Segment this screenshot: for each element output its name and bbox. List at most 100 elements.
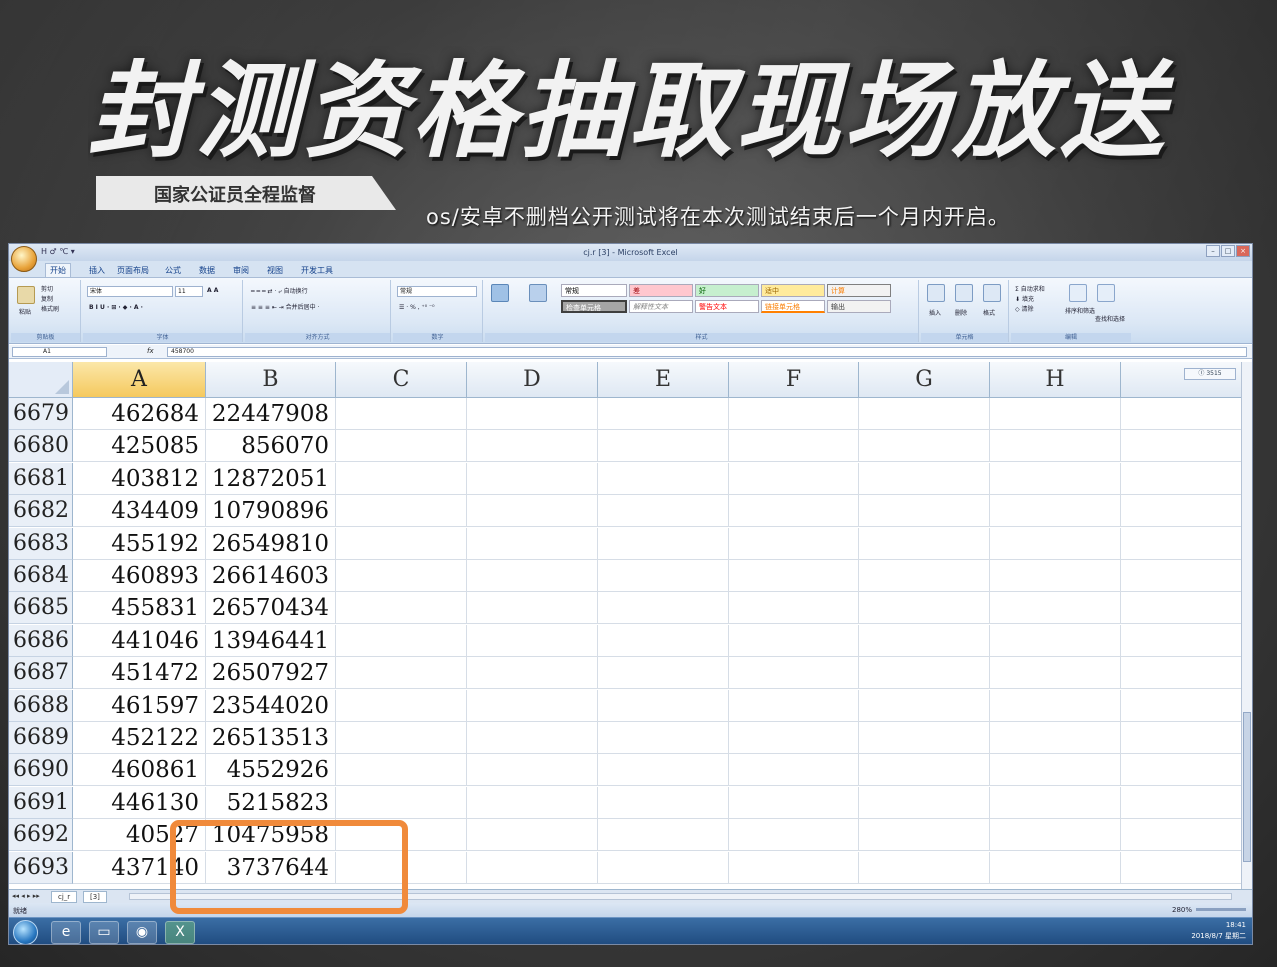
empty-cell[interactable]: [859, 786, 990, 819]
empty-cell[interactable]: [990, 398, 1121, 430]
bold-italic-underline-icons[interactable]: B I U · ⊞ · ◆ · A ·: [89, 304, 143, 311]
empty-cell[interactable]: [859, 462, 990, 495]
cell-b[interactable]: 23544020: [206, 689, 336, 722]
empty-cell[interactable]: [598, 527, 729, 560]
chrome-icon[interactable]: ◉: [127, 921, 157, 944]
empty-cell[interactable]: [990, 786, 1121, 819]
row-header[interactable]: 6689: [9, 722, 73, 754]
cell-b[interactable]: 26549810: [206, 527, 336, 560]
empty-cell[interactable]: [336, 527, 467, 560]
empty-cell[interactable]: [1121, 722, 1243, 754]
cell-b[interactable]: 856070: [206, 430, 336, 463]
empty-cell[interactable]: [990, 657, 1121, 690]
tab-developer[interactable]: 开发工具: [301, 265, 333, 276]
empty-cell[interactable]: [336, 398, 467, 430]
row-header[interactable]: 6691: [9, 786, 73, 819]
tab-formulas[interactable]: 公式: [165, 265, 181, 276]
empty-cell[interactable]: [729, 592, 859, 625]
clear-button[interactable]: ◇ 清除: [1015, 304, 1034, 313]
empty-cell[interactable]: [598, 462, 729, 495]
empty-cell[interactable]: [1121, 657, 1243, 690]
style-neutral[interactable]: 适中: [761, 284, 825, 297]
empty-cell[interactable]: [859, 819, 990, 852]
empty-cell[interactable]: [1121, 786, 1243, 819]
empty-cell[interactable]: [467, 754, 598, 787]
paste-icon[interactable]: [17, 286, 35, 304]
style-check-cell[interactable]: 检查单元格: [561, 300, 627, 313]
delete-cells-icon[interactable]: [955, 284, 973, 302]
empty-cell[interactable]: [729, 462, 859, 495]
empty-cell[interactable]: [990, 560, 1121, 592]
cell-b[interactable]: 26513513: [206, 722, 336, 754]
find-select-button[interactable]: 查找和选择: [1095, 314, 1125, 323]
empty-cell[interactable]: [859, 754, 990, 787]
empty-cell[interactable]: [859, 722, 990, 754]
empty-cell[interactable]: [729, 689, 859, 722]
empty-cell[interactable]: [990, 851, 1121, 884]
cell-a[interactable]: 446130: [73, 786, 206, 819]
row-header[interactable]: 6685: [9, 592, 73, 625]
tab-home[interactable]: 开始: [45, 263, 71, 277]
row-header[interactable]: 6680: [9, 430, 73, 463]
empty-cell[interactable]: [336, 754, 467, 787]
delete-button[interactable]: 删除: [955, 308, 967, 317]
tab-view[interactable]: 视图: [267, 265, 283, 276]
autosum-button[interactable]: Σ 自动求和: [1015, 284, 1045, 293]
empty-cell[interactable]: [729, 398, 859, 430]
row-header[interactable]: 6683: [9, 527, 73, 560]
cell-a[interactable]: 462684: [73, 398, 206, 430]
zoom-level[interactable]: 280%: [1172, 906, 1192, 914]
cell-a[interactable]: 451472: [73, 657, 206, 690]
empty-cell[interactable]: [598, 560, 729, 592]
row-header[interactable]: 6693: [9, 851, 73, 884]
sort-filter-icon[interactable]: [1069, 284, 1087, 302]
row-header[interactable]: 6681: [9, 462, 73, 495]
sheet-tab-2[interactable]: [3]: [83, 891, 107, 903]
empty-cell[interactable]: [859, 398, 990, 430]
empty-cell[interactable]: [336, 430, 467, 463]
cell-a[interactable]: 452122: [73, 722, 206, 754]
empty-cell[interactable]: [1121, 560, 1243, 592]
font-name-select[interactable]: 宋体: [87, 286, 173, 297]
tab-data[interactable]: 数据: [199, 265, 215, 276]
empty-cell[interactable]: [467, 722, 598, 754]
empty-cell[interactable]: [1121, 592, 1243, 625]
cell-b[interactable]: 10790896: [206, 495, 336, 528]
number-format-select[interactable]: 常规: [397, 286, 477, 297]
cell-b[interactable]: 26507927: [206, 657, 336, 690]
empty-cell[interactable]: [859, 851, 990, 884]
folder-icon[interactable]: ▭: [89, 921, 119, 944]
find-select-icon[interactable]: [1097, 284, 1115, 302]
insert-button[interactable]: 插入: [929, 308, 941, 317]
empty-cell[interactable]: [729, 786, 859, 819]
empty-cell[interactable]: [467, 462, 598, 495]
empty-cell[interactable]: [598, 430, 729, 463]
empty-cell[interactable]: [729, 754, 859, 787]
row-header[interactable]: 6688: [9, 689, 73, 722]
empty-cell[interactable]: [859, 560, 990, 592]
cell-b[interactable]: 26614603: [206, 560, 336, 592]
empty-cell[interactable]: [598, 624, 729, 657]
cell-a[interactable]: 455192: [73, 527, 206, 560]
style-good[interactable]: 好: [695, 284, 759, 297]
ie-icon[interactable]: e: [51, 921, 81, 944]
cut-button[interactable]: 剪切: [41, 284, 53, 293]
empty-cell[interactable]: [729, 495, 859, 528]
empty-cell[interactable]: [598, 657, 729, 690]
empty-cell[interactable]: [467, 624, 598, 657]
row-header[interactable]: 6686: [9, 624, 73, 657]
empty-cell[interactable]: [467, 495, 598, 528]
office-button-icon[interactable]: [11, 246, 37, 272]
empty-cell[interactable]: [859, 689, 990, 722]
paste-label[interactable]: 粘贴: [19, 307, 31, 316]
cell-b[interactable]: 5215823: [206, 786, 336, 819]
empty-cell[interactable]: [467, 689, 598, 722]
empty-cell[interactable]: [990, 754, 1121, 787]
empty-cell[interactable]: [1121, 851, 1243, 884]
empty-cell[interactable]: [990, 527, 1121, 560]
empty-cell[interactable]: [467, 430, 598, 463]
vertical-scrollbar[interactable]: [1241, 362, 1252, 889]
row-header[interactable]: 6692: [9, 819, 73, 852]
select-all-corner[interactable]: [9, 362, 73, 398]
number-format-icons[interactable]: ☰ · % , ⁺⁰ ⁻⁰: [399, 304, 435, 311]
